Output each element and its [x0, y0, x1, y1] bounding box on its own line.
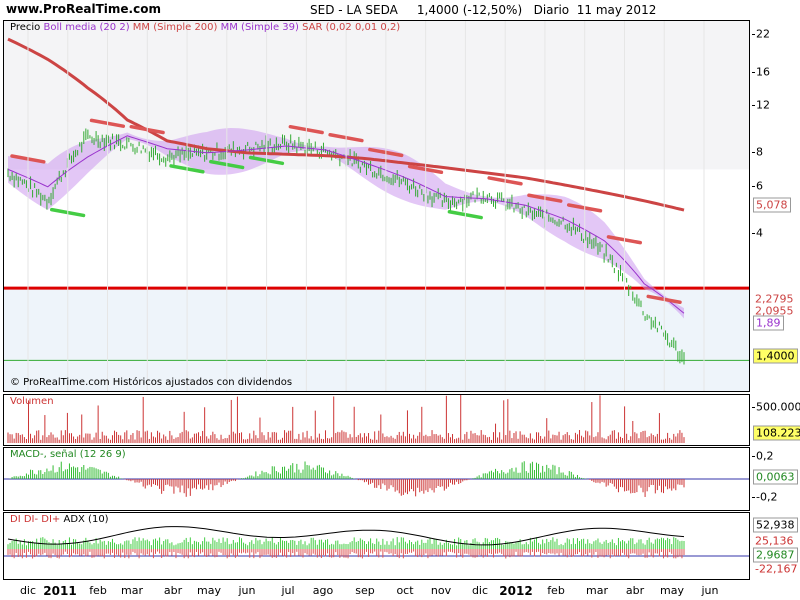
scale-22: 22 [756, 27, 770, 41]
x-axis-label: feb [547, 584, 565, 597]
adx-line [7, 526, 685, 546]
macd-label: MACD-, señal (12 26 9) [10, 449, 126, 460]
x-axis-label: jun [238, 584, 256, 597]
scale-16: 16 [756, 65, 770, 79]
x-axis-label: mar [121, 584, 143, 597]
site-url[interactable]: www.ProRealTime.com [6, 2, 161, 16]
chart-title: SED - LA SEDA 1,4000 (-12,50%) Diario 11… [310, 3, 657, 17]
macd-scale: 0,2 0,0063 -0,2 [752, 447, 800, 511]
dmi-scale: 52,938 25,136 2,9687 -22,167 [752, 512, 800, 578]
vol-scale: 500.000 [756, 400, 800, 414]
x-axis-label: dic [19, 584, 37, 597]
x-axis-label: 2011 [43, 584, 77, 598]
price-footer: © ProRealTime.com Históricos ajustados c… [10, 377, 293, 388]
price-panel[interactable]: Precio Boll media (20 2) MM (Simple 200)… [3, 20, 750, 392]
x-axis-label: dic [471, 584, 489, 597]
dmi-label: DI DI- DI+ ADX (10) [10, 514, 109, 525]
diplus-value: 2,9687 [753, 547, 798, 563]
macd-value: 0,0063 [753, 469, 798, 485]
di-value: -22,167 [753, 562, 800, 576]
dmi-panel[interactable]: DI DI- DI+ ADX (10) [3, 512, 750, 580]
price-chart [4, 21, 749, 391]
price-value: 1,4000 [753, 348, 798, 364]
legend-boll: Boll media (20 2) [43, 22, 130, 33]
dimin-value: 25,136 [753, 534, 796, 548]
x-axis-label: mar [586, 584, 608, 597]
scale-12: 12 [756, 98, 770, 112]
x-axis-label: jun [701, 584, 719, 597]
price-scale: 22 16 12 8 6 4 5,078 2,2795 2,0955 1,89 … [752, 20, 800, 392]
mm200-value: 5,078 [753, 197, 791, 213]
legend-mm200: MM (Simple 200) [132, 22, 218, 33]
scale-4: 4 [756, 226, 763, 240]
lower-value: 1,89 [753, 315, 784, 331]
dmi-di-label: DI DI- DI+ [10, 514, 61, 525]
legend-precio: Precio [10, 22, 41, 33]
price-legend: Precio Boll media (20 2) MM (Simple 200)… [10, 22, 400, 33]
volume-panel[interactable]: Volumen [3, 394, 750, 446]
dmi-adx-label: ADX (10) [63, 514, 109, 525]
x-axis-label: feb [89, 584, 107, 597]
scale-6: 6 [756, 179, 763, 193]
x-axis-label: abr [625, 584, 645, 597]
macd-scale-pos: 0,2 [756, 449, 774, 463]
dmi-chart [4, 526, 749, 559]
x-axis-label: nov [430, 584, 452, 597]
volume-label: Volumen [10, 396, 54, 407]
x-axis-label: sep [355, 584, 375, 597]
volume-scale: 500.000 108.223 [752, 394, 800, 446]
x-axis-label: ago [312, 584, 334, 597]
volume-chart [7, 395, 685, 443]
legend-mm39: MM (Simple 39) [220, 22, 299, 33]
macd-panel[interactable]: MACD-, señal (12 26 9) [3, 447, 750, 511]
x-axis-label: abr [163, 584, 183, 597]
x-axis-label: oct [396, 584, 414, 597]
macd-scale-neg: -0,2 [756, 490, 778, 504]
adx-value: 52,938 [753, 517, 798, 533]
x-axis-label: 2012 [499, 584, 533, 598]
x-axis-label: may [197, 584, 221, 597]
scale-8: 8 [756, 145, 763, 159]
legend-sar: SAR (0,02 0,01 0,2) [302, 22, 401, 33]
x-axis-label: jul [281, 584, 295, 597]
x-axis-label: may [660, 584, 684, 597]
vol-value: 108.223 [753, 425, 800, 441]
